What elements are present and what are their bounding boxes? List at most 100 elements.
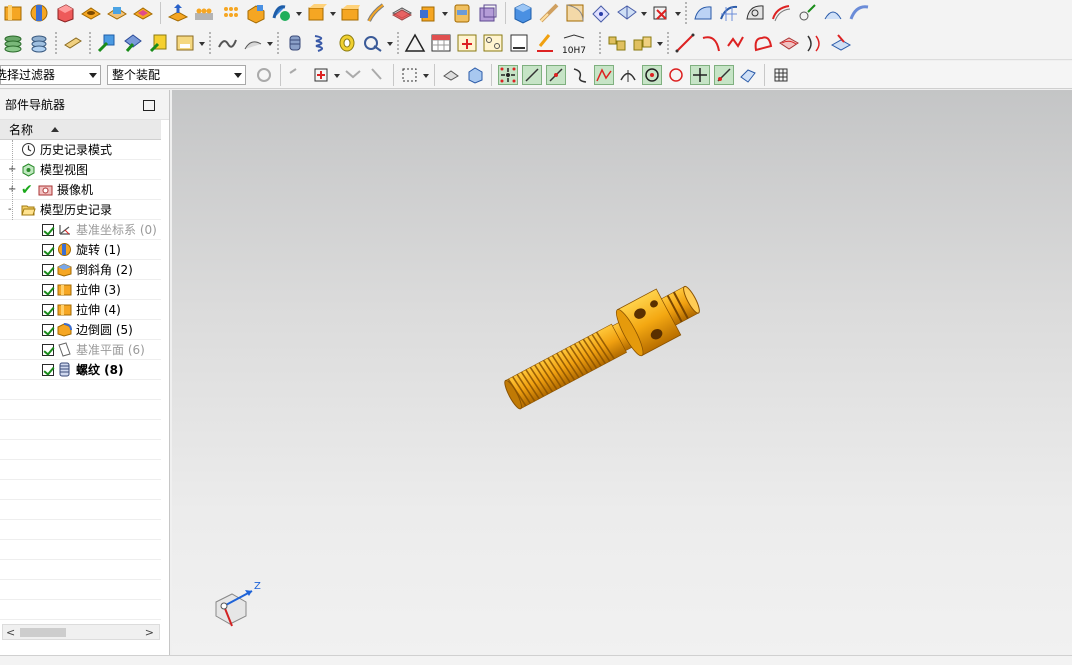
split-body-icon[interactable] (271, 2, 293, 24)
assembly-add-icon[interactable] (96, 32, 118, 54)
visibility-checkbox[interactable] (42, 303, 54, 316)
spline-icon[interactable] (726, 32, 748, 54)
unite-icon[interactable] (219, 2, 241, 24)
history-item-datum-csys[interactable]: 基准坐标系 (0) (0, 220, 161, 240)
more-surface-icon[interactable] (848, 2, 870, 24)
offset-surface-icon[interactable] (796, 2, 818, 24)
marquee-select-icon[interactable] (400, 65, 420, 85)
tolerance-icon[interactable]: 10H7 (560, 32, 594, 56)
pattern-icon[interactable] (482, 32, 504, 54)
extrude-icon[interactable] (2, 2, 24, 24)
table-icon[interactable] (430, 32, 452, 54)
snap-on-curve-icon[interactable] (714, 64, 734, 85)
visibility-checkbox[interactable] (42, 343, 54, 356)
visibility-checkbox[interactable] (42, 323, 54, 336)
surface-dropdown-icon[interactable] (640, 2, 648, 24)
constraints-icon[interactable] (122, 32, 144, 54)
draft-icon[interactable] (339, 2, 361, 24)
line-icon[interactable] (674, 32, 696, 54)
parts-dropdown-icon[interactable] (656, 32, 664, 54)
sew-icon[interactable] (538, 2, 560, 24)
cylinder-icon[interactable] (284, 32, 306, 54)
measure-icon[interactable] (534, 32, 556, 54)
sketch-curve-icon[interactable] (216, 32, 238, 54)
fillet-curve-icon[interactable] (752, 32, 774, 54)
snap-on-face-icon[interactable] (738, 65, 758, 85)
view-triad[interactable]: Z (215, 581, 261, 627)
tree-item-cameras[interactable]: + ✔ 摄像机 (0, 180, 161, 200)
horizontal-scrollbar[interactable]: < > (2, 624, 160, 640)
helix-icon[interactable] (310, 32, 332, 54)
snap-body-icon[interactable] (441, 65, 461, 85)
offset-dropdown-icon[interactable] (329, 2, 337, 24)
select-path-icon[interactable] (343, 65, 363, 85)
revolve-icon[interactable] (28, 2, 50, 24)
split-dropdown-icon[interactable] (295, 2, 303, 24)
pattern-feature-icon[interactable] (193, 2, 215, 24)
face-blend-icon[interactable] (616, 2, 638, 24)
wire-harness-icon[interactable] (362, 32, 384, 54)
name-column-header[interactable]: 名称 (0, 120, 161, 140)
hole-icon[interactable] (80, 2, 102, 24)
triangle-icon[interactable] (404, 32, 426, 54)
harness-dropdown-icon[interactable] (386, 32, 394, 54)
project-curve-icon[interactable] (830, 32, 852, 54)
block-icon[interactable] (54, 2, 76, 24)
snap-tangent-icon[interactable] (618, 65, 638, 85)
tree-item-model-history[interactable]: - 模型历史记录 (0, 200, 161, 220)
swept-surface-icon[interactable] (770, 2, 792, 24)
thread-icon[interactable] (336, 32, 358, 54)
scrollbar-thumb[interactable] (20, 628, 66, 637)
select-dropdown-icon[interactable] (333, 64, 341, 86)
snap-intersection-icon[interactable] (594, 64, 614, 85)
visibility-checkbox[interactable] (42, 363, 54, 376)
snap-point-icon[interactable] (690, 64, 710, 85)
scale-body-icon[interactable] (477, 2, 499, 24)
scroll-right-icon[interactable]: > (145, 626, 154, 639)
select-box-icon[interactable] (311, 65, 331, 85)
select-feature-icon[interactable] (287, 65, 307, 85)
tree-item-model-views[interactable]: + 模型视图 (0, 160, 161, 180)
layer-settings-icon[interactable] (2, 32, 24, 54)
chamfer-icon[interactable] (365, 2, 387, 24)
grid-icon[interactable] (771, 65, 791, 85)
snap-quadrant-icon[interactable] (666, 65, 686, 85)
filter-settings-icon[interactable] (254, 65, 274, 85)
document-icon[interactable] (508, 32, 530, 54)
snap-endpoint-icon[interactable] (522, 64, 542, 85)
parts-list-icon[interactable] (606, 32, 628, 54)
maximize-icon[interactable] (143, 100, 155, 111)
thicken-dropdown-icon[interactable] (441, 2, 449, 24)
shell-icon[interactable] (391, 2, 413, 24)
selection-filter-dropdown[interactable]: 选择过滤器 (0, 64, 101, 85)
offset-face-icon[interactable] (305, 2, 327, 24)
n-sided-icon[interactable] (744, 2, 766, 24)
trim-body-icon[interactable] (245, 2, 267, 24)
history-item-thread[interactable]: 螺纹 (8) (0, 360, 161, 380)
section-surface-icon[interactable] (718, 2, 740, 24)
emboss-icon[interactable] (451, 2, 473, 24)
visibility-checkbox[interactable] (42, 243, 54, 256)
threaded-pin-model[interactable] (497, 275, 707, 420)
through-curves-icon[interactable] (692, 2, 714, 24)
scroll-left-icon[interactable]: < (6, 626, 15, 639)
visibility-checkbox[interactable] (42, 223, 54, 236)
blend-dropdown-icon[interactable] (266, 32, 274, 54)
move-to-layer-icon[interactable] (28, 32, 50, 54)
snap-face-icon[interactable] (465, 65, 485, 85)
visibility-checkbox[interactable] (42, 283, 54, 296)
snap-center-icon[interactable] (642, 64, 662, 85)
arc-icon[interactable] (700, 32, 722, 54)
pocket-icon[interactable] (132, 2, 154, 24)
studio-surface-icon[interactable] (650, 2, 672, 24)
grid-snap-icon[interactable] (456, 32, 478, 54)
history-item-datum-plane[interactable]: 基准平面 (6) (0, 340, 161, 360)
assembly-parts-icon[interactable] (632, 32, 654, 54)
edge-blend-icon[interactable] (242, 32, 264, 54)
marquee-dropdown-icon[interactable] (422, 64, 430, 86)
snap-midpoint-icon[interactable] (546, 64, 566, 85)
studio-dropdown-icon[interactable] (674, 2, 682, 24)
ruled-icon[interactable] (822, 2, 844, 24)
scope-dropdown[interactable]: 整个装配 (107, 64, 246, 85)
history-item-revolve[interactable]: 旋转 (1) (0, 240, 161, 260)
